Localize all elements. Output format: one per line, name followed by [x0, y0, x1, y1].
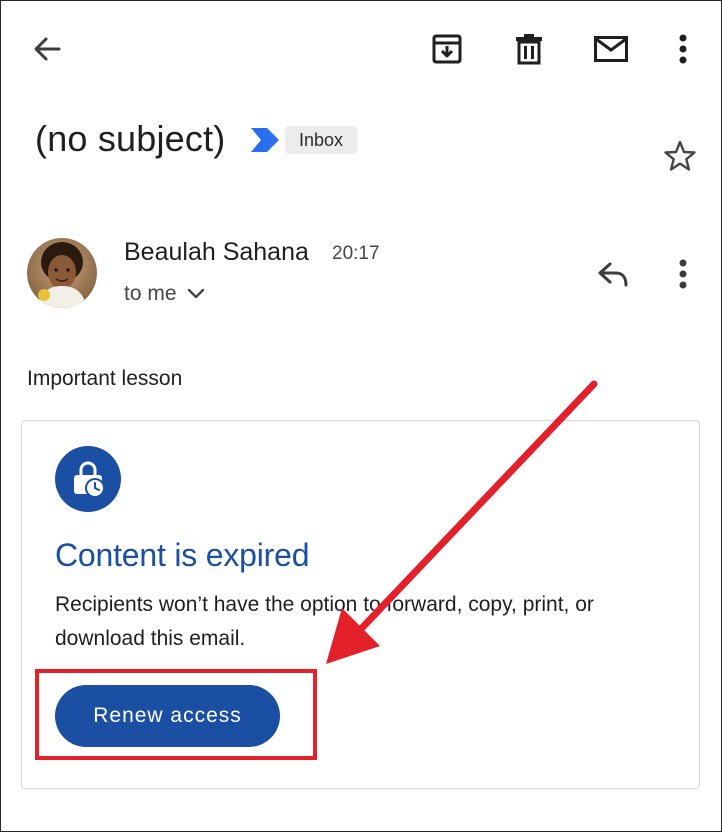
- annotation-arrow: [326, 380, 598, 664]
